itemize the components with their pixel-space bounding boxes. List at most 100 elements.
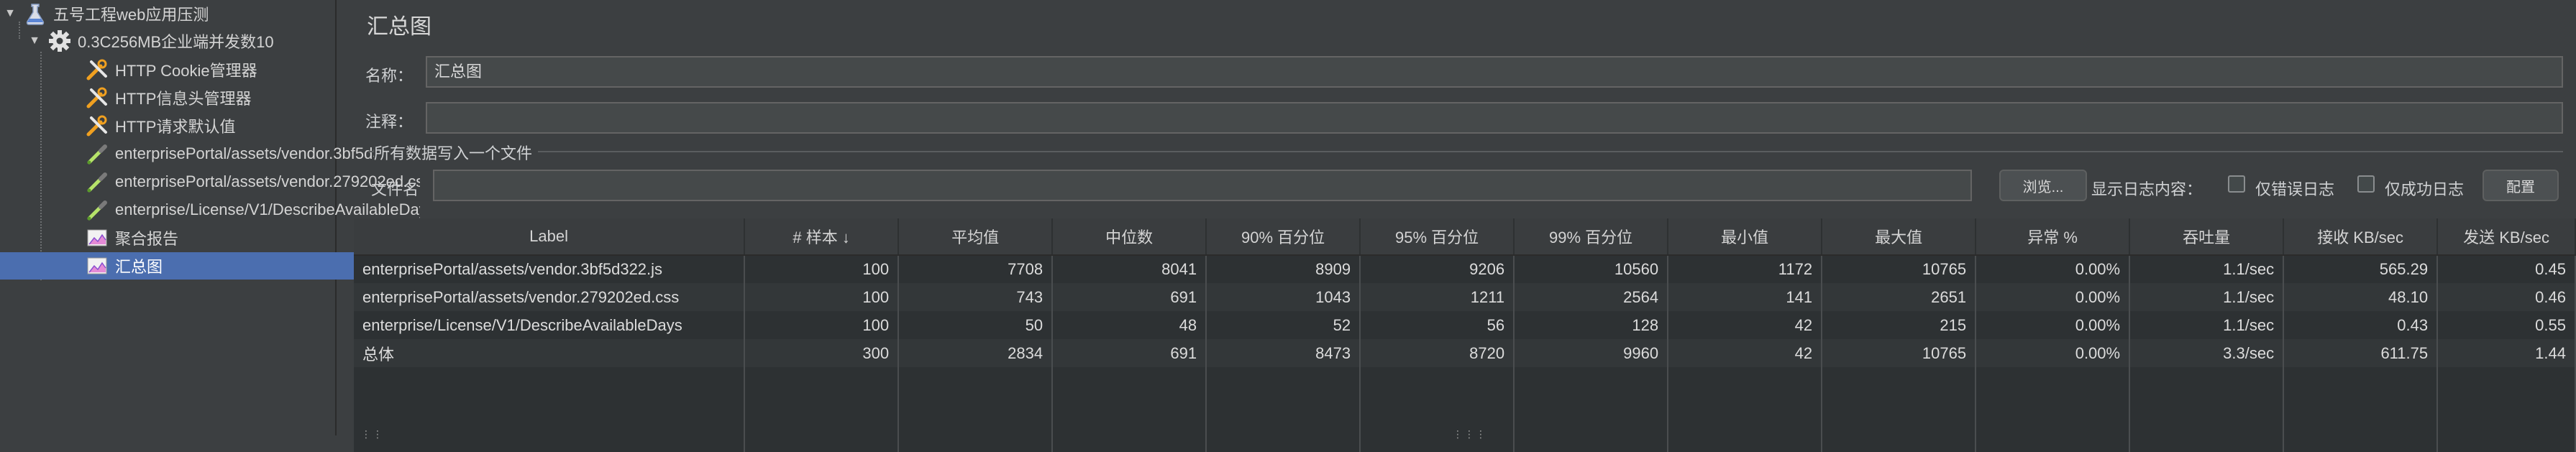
table-cell: 8041 (1052, 255, 1207, 283)
table-cell: 100 (744, 283, 900, 311)
pipette-icon (85, 198, 109, 222)
column-header-error-pct[interactable]: 异常 % (1976, 218, 2131, 256)
wrench-icon (85, 86, 109, 110)
table-row[interactable]: enterprisePortal/assets/vendor.279202ed.… (354, 283, 2576, 311)
table-cell: 611.75 (2283, 339, 2439, 367)
configure-button[interactable]: 配置 (2483, 170, 2559, 201)
column-header-received-kb[interactable]: 接收 KB/sec (2283, 218, 2439, 256)
filename-input[interactable] (433, 170, 1972, 201)
success-only-label: 仅成功日志 (2385, 180, 2465, 198)
table-cell: 0.46 (2437, 283, 2576, 311)
error-only-checkbox[interactable] (2228, 175, 2245, 193)
comment-input[interactable] (426, 102, 2563, 134)
table-cell: 0.55 (2437, 311, 2576, 339)
column-header-p95[interactable]: 95% 百分位 (1360, 218, 1515, 256)
table-cell: 1.1/sec (2129, 311, 2285, 339)
table-cell: 691 (1052, 339, 1207, 367)
name-label: 名称： (365, 67, 414, 85)
tree-node-label: 汇总图 (115, 258, 163, 276)
pipette-icon (85, 142, 109, 166)
table-cell: 10765 (1822, 339, 1977, 367)
table-cell: 1211 (1360, 283, 1515, 311)
table-cell: 0.43 (2283, 311, 2439, 339)
table-cell: 10560 (1514, 255, 1669, 283)
log-content-label: 显示日志内容： (2091, 180, 2203, 198)
tree-node-label: 五号工程web应用压测 (53, 6, 209, 24)
name-input[interactable]: 汇总图 (426, 56, 2563, 88)
table-cell: 2651 (1822, 283, 1977, 311)
file-group-title: 所有数据写入一个文件 (374, 141, 539, 164)
pipette-icon (85, 170, 109, 194)
chart-icon (85, 254, 109, 278)
table-cell: enterprisePortal/assets/vendor.3bf5d322.… (354, 255, 746, 283)
browse-button[interactable]: 浏览... (1999, 170, 2087, 201)
table-cell: 48 (1052, 311, 1207, 339)
table-cell: 50 (898, 311, 1054, 339)
file-group-border (368, 151, 2563, 152)
column-header-max[interactable]: 最大值 (1822, 218, 1977, 256)
tree-node-thread-group[interactable]: ▼ 0.3C256MB企业端并发数10 (0, 27, 364, 55)
table-cell: 1172 (1668, 255, 1823, 283)
tree-node-label: HTTP信息头管理器 (115, 90, 252, 108)
table-cell: 8720 (1360, 339, 1515, 367)
table-cell: 9206 (1360, 255, 1515, 283)
table-cell: 300 (744, 339, 900, 367)
column-header-samples[interactable]: # 样本 ↓ (744, 218, 900, 256)
table-cell: 1.44 (2437, 339, 2576, 367)
column-header-median[interactable]: 中位数 (1052, 218, 1207, 256)
expand-arrow-icon[interactable]: ▼ (29, 34, 40, 47)
table-cell: 128 (1514, 311, 1669, 339)
tree-node-label: HTTP Cookie管理器 (115, 62, 257, 80)
table-cell: 1.1/sec (2129, 255, 2285, 283)
gear-icon (47, 29, 72, 53)
column-header-average[interactable]: 平均值 (898, 218, 1054, 256)
column-header-p90[interactable]: 90% 百分位 (1206, 218, 1361, 256)
chart-icon (85, 226, 109, 250)
column-header-throughput[interactable]: 吞吐量 (2129, 218, 2285, 256)
splitter-handle-icon[interactable]: ⋮⋮ (361, 428, 384, 441)
table-cell: 52 (1206, 311, 1361, 339)
table-cell: 42 (1668, 339, 1823, 367)
table-cell: 7708 (898, 255, 1054, 283)
table-cell: 42 (1668, 311, 1823, 339)
table-cell: 141 (1668, 283, 1823, 311)
filename-label: 文件名 (371, 180, 419, 198)
success-only-checkbox[interactable] (2357, 175, 2375, 193)
summary-table: Label # 样本 ↓ 平均值 中位数 90% 百分位 95% 百分位 99%… (354, 218, 2576, 452)
summary-graph-panel: 汇总图 名称： 汇总图 注释： 所有数据写入一个文件 文件名 浏览... 显示日… (339, 0, 2576, 452)
tree-node-label: HTTP请求默认值 (115, 118, 236, 136)
table-row[interactable]: enterprisePortal/assets/vendor.3bf5d322.… (354, 255, 2576, 283)
page-title: 汇总图 (367, 15, 431, 39)
table-cell: 1.1/sec (2129, 283, 2285, 311)
table-row-total[interactable]: 总体 300 2834 691 8473 8720 9960 42 10765 … (354, 339, 2576, 367)
error-only-label: 仅错误日志 (2255, 180, 2335, 198)
column-header-min[interactable]: 最小值 (1668, 218, 1823, 256)
table-cell: 0.00% (1976, 339, 2131, 367)
table-cell: 2564 (1514, 283, 1669, 311)
tree-node-test-plan[interactable]: ▼ 五号工程web应用压测 (0, 0, 339, 27)
tree-node-label: 聚合报告 (115, 230, 179, 248)
table-cell: 0.00% (1976, 283, 2131, 311)
flask-icon (23, 1, 47, 26)
column-header-sent-kb[interactable]: 发送 KB/sec (2437, 218, 2576, 256)
wrench-icon (85, 57, 109, 82)
table-cell: 691 (1052, 283, 1207, 311)
table-cell: 565.29 (2283, 255, 2439, 283)
expand-arrow-icon[interactable]: ▼ (4, 7, 16, 20)
table-cell: 1043 (1206, 283, 1361, 311)
table-cell: 3.3/sec (2129, 339, 2285, 367)
table-cell: 743 (898, 283, 1054, 311)
table-cell: 8909 (1206, 255, 1361, 283)
table-cell: 0.00% (1976, 255, 2131, 283)
table-row[interactable]: enterprise/License/V1/DescribeAvailableD… (354, 311, 2576, 339)
table-cell: 100 (744, 255, 900, 283)
table-cell: 56 (1360, 311, 1515, 339)
column-header-p99[interactable]: 99% 百分位 (1514, 218, 1669, 256)
table-cell: 48.10 (2283, 283, 2439, 311)
test-plan-tree[interactable]: ▼ 五号工程web应用压测 ▼ 0.3C256MB企业端并发数10 HTTP C… (0, 0, 420, 435)
column-header-label[interactable]: Label (354, 218, 746, 256)
table-cell: 0.45 (2437, 255, 2576, 283)
splitter-handle-icon[interactable]: ⋮⋮⋮ (1453, 428, 1487, 441)
table-cell: 10765 (1822, 255, 1977, 283)
table-cell: 100 (744, 311, 900, 339)
